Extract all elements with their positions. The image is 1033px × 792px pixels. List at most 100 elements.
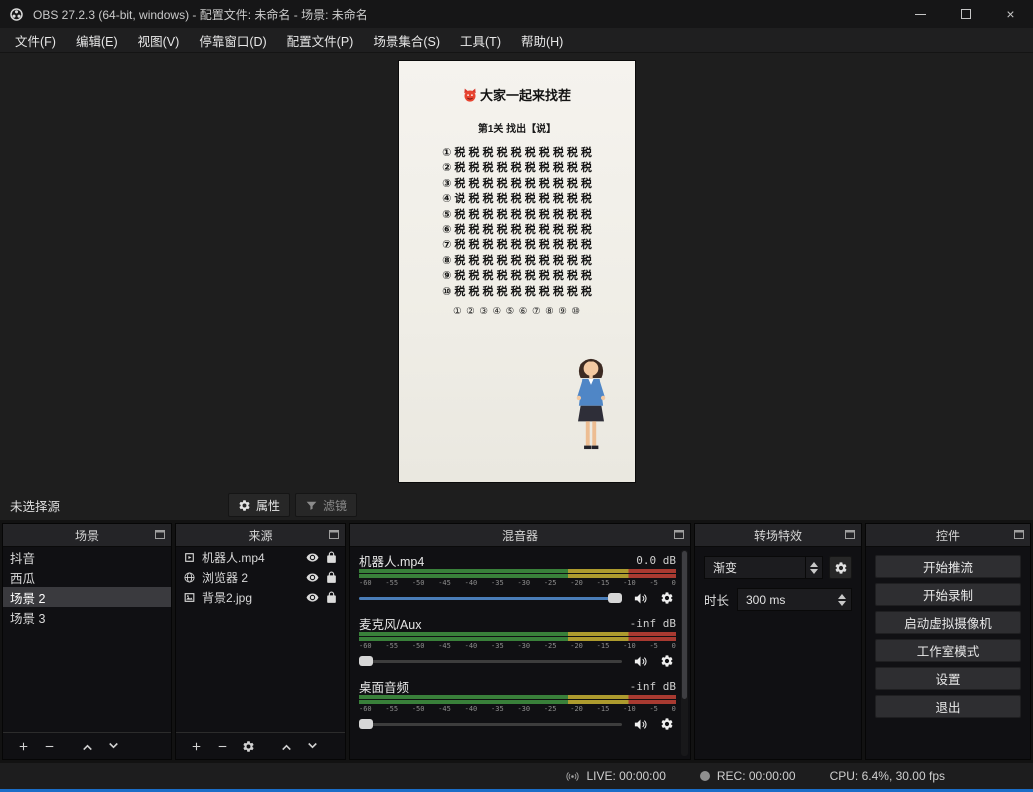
source-item[interactable]: 背景2.jpg — [176, 587, 345, 607]
volume-slider-handle[interactable] — [608, 593, 622, 603]
meter-tick: 0 — [672, 579, 676, 588]
visibility-eye-icon[interactable] — [306, 571, 319, 584]
mixer-scrollbar[interactable] — [681, 550, 688, 756]
meter-tick: -25 — [544, 705, 557, 714]
scene-move-down-button[interactable] — [100, 733, 126, 759]
meter-tick: -30 — [517, 642, 530, 651]
volume-slider-handle[interactable] — [359, 656, 373, 666]
scene-item[interactable]: 场景 3 — [3, 607, 171, 627]
start-recording-button[interactable]: 开始录制 — [875, 583, 1021, 606]
combo-spinner[interactable] — [805, 557, 822, 578]
menu-scene-collection[interactable]: 场景集合(S) — [363, 28, 450, 52]
dock-popout-icon[interactable] — [1014, 530, 1024, 539]
gear-icon — [834, 561, 848, 575]
performance-stats: CPU: 6.4%, 30.00 fps — [830, 769, 945, 783]
volume-slider-handle[interactable] — [359, 719, 373, 729]
menu-view[interactable]: 视图(V) — [128, 28, 190, 52]
lock-icon[interactable] — [325, 551, 338, 564]
media-icon — [183, 551, 196, 564]
dock-popout-icon[interactable] — [155, 530, 165, 539]
window-controls: × — [898, 0, 1033, 28]
volume-slider[interactable] — [359, 717, 622, 731]
channel-name: 麦克风/Aux — [359, 614, 422, 633]
scenes-dock-header[interactable]: 场景 — [3, 524, 171, 547]
meter-tick: -25 — [544, 642, 557, 651]
menu-help[interactable]: 帮助(H) — [511, 28, 573, 52]
presenter-character — [565, 350, 617, 458]
scene-item-selected[interactable]: 场景 2 — [3, 587, 171, 607]
exit-button[interactable]: 退出 — [875, 695, 1021, 718]
transition-properties-button[interactable] — [829, 556, 852, 579]
duration-input[interactable]: 300 ms — [737, 588, 852, 611]
filters-button[interactable]: 滤镜 — [295, 493, 357, 517]
scene-move-up-button[interactable] — [74, 733, 100, 759]
menu-docks[interactable]: 停靠窗口(D) — [189, 28, 276, 52]
menu-profile[interactable]: 配置文件(P) — [277, 28, 364, 52]
close-button[interactable]: × — [988, 0, 1033, 28]
dock-popout-icon[interactable] — [674, 530, 684, 539]
add-source-button[interactable] — [183, 733, 209, 759]
transitions-dock-title: 转场特效 — [754, 527, 802, 544]
maximize-button[interactable] — [943, 0, 988, 28]
dock-popout-icon[interactable] — [845, 530, 855, 539]
meter-tick: -60 — [359, 642, 372, 651]
start-streaming-button[interactable]: 开始推流 — [875, 555, 1021, 578]
meter-tick: 0 — [672, 705, 676, 714]
meter-tick: -20 — [570, 579, 583, 588]
mixer-channel: 机器人.mp4 0.0 dB -60-55-50-45-40-35-30-25-… — [359, 552, 676, 605]
meter-scale: -60-55-50-45-40-35-30-25-20-15-10-50 — [359, 705, 676, 714]
duration-spinner[interactable] — [838, 594, 846, 606]
minus-icon — [43, 740, 56, 753]
menu-file[interactable]: 文件(F) — [5, 28, 66, 52]
puzzle-row: ⑤ 税 税 税 税 税 税 税 税 税 税 — [399, 208, 635, 223]
visibility-eye-icon[interactable] — [306, 551, 319, 564]
menu-tools[interactable]: 工具(T) — [450, 28, 511, 52]
scene-item[interactable]: 西瓜 — [3, 567, 171, 587]
source-move-up-button[interactable] — [273, 733, 299, 759]
controls-dock-header[interactable]: 控件 — [866, 524, 1030, 547]
lock-icon[interactable] — [325, 571, 338, 584]
image-icon — [183, 591, 196, 604]
dock-popout-icon[interactable] — [329, 530, 339, 539]
source-item[interactable]: 浏览器 2 — [176, 567, 345, 587]
transition-select[interactable]: 渐变 — [704, 556, 823, 579]
scrollbar-thumb[interactable] — [682, 551, 687, 699]
channel-settings-button[interactable] — [658, 590, 676, 607]
obs-window: OBS 27.2.3 (64-bit, windows) - 配置文件: 未命名… — [0, 0, 1033, 792]
visibility-eye-icon[interactable] — [306, 591, 319, 604]
studio-mode-button[interactable]: 工作室模式 — [875, 639, 1021, 662]
source-properties-button[interactable] — [235, 733, 261, 759]
remove-source-button[interactable] — [209, 733, 235, 759]
meter-tick: -40 — [465, 642, 478, 651]
preview-canvas[interactable]: 大家一起来找茬 第1关 找出【说】 ① 税 税 税 税 税 税 税 税 税 税 … — [0, 53, 1033, 490]
sources-dock-header[interactable]: 来源 — [176, 524, 345, 547]
mute-button[interactable] — [631, 716, 649, 733]
video-frame[interactable]: 大家一起来找茬 第1关 找出【说】 ① 税 税 税 税 税 税 税 税 税 税 … — [399, 61, 635, 482]
plus-icon — [17, 740, 30, 753]
meter-tick: -55 — [385, 642, 398, 651]
source-item[interactable]: 机器人.mp4 — [176, 547, 345, 567]
mute-button[interactable] — [631, 590, 649, 607]
mixer-dock-header[interactable]: 混音器 — [350, 524, 690, 547]
obs-logo-icon — [9, 7, 24, 22]
spinner-down-icon — [810, 569, 818, 574]
remove-scene-button[interactable] — [36, 733, 62, 759]
start-virtual-camera-button[interactable]: 启动虚拟摄像机 — [875, 611, 1021, 634]
channel-settings-button[interactable] — [658, 653, 676, 670]
minimize-button[interactable] — [898, 0, 943, 28]
transitions-dock-header[interactable]: 转场特效 — [695, 524, 861, 547]
channel-settings-button[interactable] — [658, 716, 676, 733]
scene-item[interactable]: 抖音 — [3, 547, 171, 567]
volume-slider[interactable] — [359, 654, 622, 668]
meter-tick: -60 — [359, 579, 372, 588]
volume-slider[interactable] — [359, 591, 622, 605]
lock-icon[interactable] — [325, 591, 338, 604]
audio-mixer-dock: 混音器 机器人.mp4 0.0 dB -60-55-50-45-40-35-30… — [349, 523, 691, 760]
settings-button[interactable]: 设置 — [875, 667, 1021, 690]
source-move-down-button[interactable] — [299, 733, 325, 759]
add-scene-button[interactable] — [10, 733, 36, 759]
menu-edit[interactable]: 编辑(E) — [66, 28, 128, 52]
properties-button[interactable]: 属性 — [228, 493, 290, 517]
mute-button[interactable] — [631, 653, 649, 670]
answer-options-row: ① ② ③ ④ ⑤ ⑥ ⑦ ⑧ ⑨ ⑩ — [399, 306, 635, 317]
